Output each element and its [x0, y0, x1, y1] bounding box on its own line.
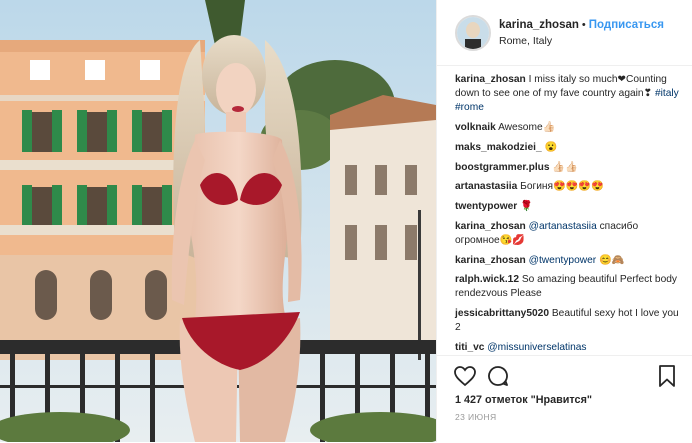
comment-item: jessicabrittany5020 Beautiful sexy hot I…	[455, 307, 681, 335]
comment-text: 😊🙈	[599, 254, 625, 266]
photo-illustration	[0, 0, 436, 442]
header-text: karina_zhosan • Подписаться Rome, Italy	[499, 16, 664, 49]
comment-item: titi_vc @missuniverselatinas	[455, 341, 681, 355]
comment-item: twentypower 🌹	[455, 200, 681, 214]
post-side-panel: karina_zhosan • Подписаться Rome, Italy ka…	[436, 0, 692, 442]
post-location[interactable]: Rome, Italy	[499, 33, 664, 49]
comment-item: boostgrammer.plus 👍🏻👍🏻	[455, 161, 681, 175]
comment-username[interactable]: volknaik	[455, 122, 496, 133]
comment-item: ralph.wick.12 So amazing beautiful Perfe…	[455, 273, 681, 301]
comment-username[interactable]: karina_zhosan	[455, 74, 526, 85]
comment-username[interactable]: twentypower	[455, 201, 517, 212]
avatar[interactable]	[455, 14, 491, 51]
heart-icon[interactable]	[453, 364, 477, 388]
caption: karina_zhosan I miss italy so much❤Count…	[455, 73, 681, 116]
comment-item: karina_zhosan @twentypower 😊🙈	[455, 254, 681, 268]
comment-icon[interactable]	[486, 364, 510, 388]
follow-button[interactable]: Подписаться	[589, 19, 664, 31]
comment-username[interactable]: boostgrammer.plus	[455, 162, 550, 173]
comment-item: maks_makodziei_ 😮	[455, 141, 681, 155]
post-photo[interactable]	[0, 0, 436, 442]
comment-item: karina_zhosan @artanastasiia спасибо огр…	[455, 220, 681, 248]
instagram-post: karina_zhosan • Подписаться Rome, Italy ka…	[0, 0, 692, 442]
comment-item: volknaik Awesome👍🏻	[455, 121, 681, 135]
likes-count[interactable]: 1 427 отметок "Нравится"	[455, 394, 592, 406]
separator-dot: •	[581, 19, 586, 31]
comment-item: artanastasiia Богиня😍😍😍😍	[455, 180, 681, 194]
comments-list: karina_zhosan I miss italy so much❤Count…	[455, 73, 681, 361]
avatar-image	[457, 16, 489, 49]
post-author-username[interactable]: karina_zhosan	[499, 19, 579, 31]
comment-mention[interactable]: @artanastasiia	[529, 221, 597, 232]
comment-username[interactable]: jessicabrittany5020	[455, 308, 549, 319]
comment-mention[interactable]: @twentypower	[529, 255, 597, 266]
comment-text: 🌹	[520, 200, 533, 212]
comment-username[interactable]: karina_zhosan	[455, 255, 526, 266]
post-actions: 1 427 отметок "Нравится" 23 июня	[437, 355, 692, 443]
comment-mention[interactable]: @missuniverselatinas	[487, 342, 586, 353]
comment-text: 👍🏻👍🏻	[552, 161, 578, 173]
comment-username[interactable]: maks_makodziei_	[455, 142, 542, 153]
hashtag-link[interactable]: #rome	[455, 102, 484, 113]
comment-username[interactable]: karina_zhosan	[455, 221, 526, 232]
comment-username[interactable]: titi_vc	[455, 342, 484, 353]
comment-text: Богиня😍😍😍😍	[520, 181, 604, 193]
comment-username[interactable]: artanastasiia	[455, 181, 517, 192]
comment-text: 😮	[544, 141, 558, 153]
action-icons	[453, 364, 679, 390]
comment-username[interactable]: ralph.wick.12	[455, 274, 519, 285]
bookmark-icon[interactable]	[655, 364, 679, 388]
post-header: karina_zhosan • Подписаться Rome, Italy	[437, 0, 692, 66]
post-date[interactable]: 23 июня	[455, 412, 497, 422]
hashtag-link[interactable]: #italy	[655, 88, 679, 99]
comment-text: Awesome👍🏻	[498, 122, 556, 134]
